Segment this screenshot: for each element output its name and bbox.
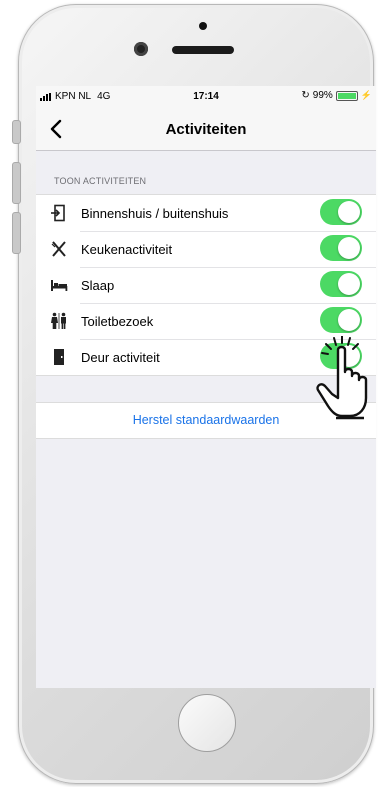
status-bar: KPN NL 4G 17:14 ↻ 99% ⚡ bbox=[36, 86, 376, 108]
door-in-out-icon bbox=[51, 204, 65, 222]
battery-percent: 99% bbox=[312, 90, 333, 101]
fork-knife-icon bbox=[51, 241, 66, 257]
toggle-slaap[interactable] bbox=[320, 271, 362, 297]
toggle-toilet[interactable] bbox=[320, 307, 362, 333]
proximity-sensor bbox=[199, 22, 207, 30]
activity-row-slaap: Slaap bbox=[36, 267, 376, 303]
activity-row-toilet: Toiletbezoek bbox=[36, 303, 376, 339]
toilet-icon bbox=[51, 312, 66, 329]
activity-label: Keukenactiviteit bbox=[81, 241, 173, 257]
orientation-lock-icon: ↻ bbox=[301, 90, 310, 101]
toggle-binnenshuis[interactable] bbox=[320, 199, 362, 225]
toggle-keuken[interactable] bbox=[320, 235, 362, 261]
page-title: Activiteiten bbox=[165, 121, 247, 138]
bed-icon bbox=[51, 280, 68, 291]
activity-row-keuken: Keukenactiviteit bbox=[36, 231, 376, 267]
navigation-bar: Activiteiten bbox=[36, 108, 376, 151]
battery-icon bbox=[335, 90, 358, 101]
home-button[interactable] bbox=[178, 694, 236, 752]
volume-down-button bbox=[12, 212, 21, 254]
earpiece-speaker bbox=[172, 46, 234, 54]
front-camera bbox=[134, 42, 148, 56]
mute-switch bbox=[12, 120, 21, 144]
volume-up-button bbox=[12, 162, 21, 204]
reset-defaults-button[interactable]: Herstel standaardwaarden bbox=[36, 403, 376, 438]
activity-label: Deur activiteit bbox=[81, 349, 160, 365]
toggle-deur[interactable] bbox=[320, 343, 362, 369]
activity-label: Toiletbezoek bbox=[81, 313, 154, 329]
reset-defaults-cell: Herstel standaardwaarden bbox=[36, 402, 376, 439]
activity-row-deur: Deur activiteit bbox=[36, 339, 376, 375]
charging-icon: ⚡ bbox=[360, 90, 372, 100]
activity-row-binnenshuis: Binnenshuis / buitenshuis bbox=[36, 195, 376, 231]
activities-list: Binnenshuis / buitenshuis Keukenactivite… bbox=[36, 194, 376, 376]
activity-label: Binnenshuis / buitenshuis bbox=[81, 205, 229, 221]
section-header: TOON ACTIVITEITEN bbox=[54, 176, 147, 186]
screen: KPN NL 4G 17:14 ↻ 99% ⚡ Activiteiten TOO… bbox=[36, 86, 376, 688]
activity-label: Slaap bbox=[81, 277, 115, 293]
door-icon bbox=[54, 349, 64, 365]
